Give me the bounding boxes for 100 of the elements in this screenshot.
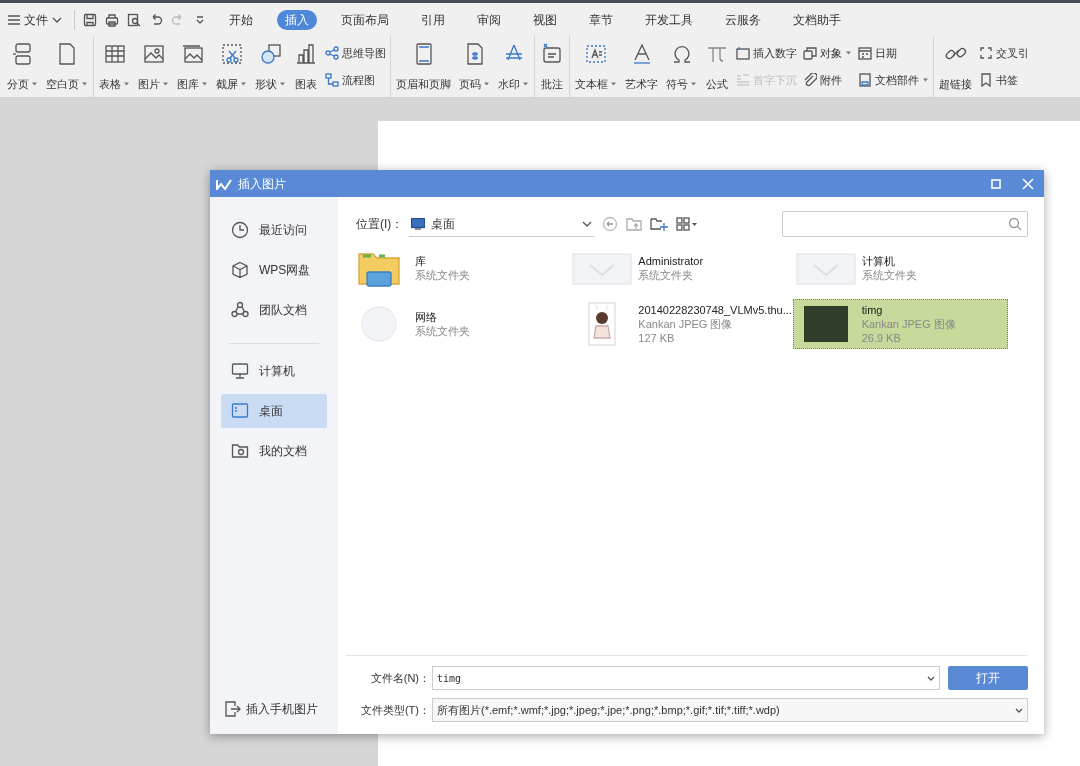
- ribbon-tab[interactable]: 引用: [413, 9, 453, 30]
- ribbon-button[interactable]: 日期: [858, 43, 929, 64]
- close-icon[interactable]: [1022, 177, 1034, 190]
- ribbon-button[interactable]: 公式: [702, 40, 732, 93]
- ribbon-button[interactable]: 符号: [663, 40, 700, 93]
- file-type: 系统文件夹: [861, 268, 917, 282]
- chart-icon: [294, 42, 318, 66]
- ribbon-button[interactable]: 页眉和页脚: [393, 40, 454, 93]
- ribbon-button[interactable]: 附件: [803, 69, 852, 90]
- file-name: 网络: [415, 310, 438, 324]
- ribbon-button[interactable]: 形状: [252, 40, 289, 93]
- caret-icon: [31, 81, 38, 86]
- ribbon-button[interactable]: 批注: [537, 40, 567, 93]
- sidebar-item[interactable]: 我的文档: [221, 434, 327, 468]
- ribbon-button[interactable]: 图片: [135, 40, 172, 93]
- file-item[interactable]: 网络 系统文件夹: [346, 299, 562, 349]
- file-name: 20140228230748_VLMv5.thu...: [638, 303, 792, 317]
- file-type: 系统文件夹: [415, 268, 470, 282]
- caret-icon: [922, 77, 929, 82]
- ribbon-tab[interactable]: 云服务: [717, 9, 769, 30]
- file-name: 库: [415, 254, 427, 268]
- sidebar-item[interactable]: 桌面: [221, 394, 327, 428]
- ribbon-button[interactable]: 空白页: [43, 40, 91, 93]
- file-item[interactable]: 库 系统文件夹: [346, 243, 562, 293]
- file-type-dropdown[interactable]: 所有图片(*.emf;*.wmf;*.jpg;*.jpeg;*.jpe;*.png;*.bmp;*.gif;*.tif;*.tiff;*.wdp): [432, 698, 1028, 722]
- ribbon-tab[interactable]: 审阅: [469, 9, 509, 30]
- team-icon: [231, 301, 249, 319]
- ribbon-button[interactable]: 表格: [96, 40, 133, 93]
- file-type: 系统文件夹: [415, 324, 470, 338]
- maximize-icon[interactable]: [990, 177, 1002, 190]
- file-name: Administrator: [638, 254, 704, 268]
- ribbon-button[interactable]: 页码: [456, 40, 493, 93]
- ribbon-button[interactable]: 图库: [174, 40, 211, 93]
- ribbon-button[interactable]: 思维导图: [325, 43, 386, 64]
- ribbon-button[interactable]: 文本框: [572, 40, 620, 93]
- location-dropdown[interactable]: 桌面: [409, 211, 595, 237]
- caret-icon: [81, 81, 88, 86]
- object-icon: [803, 46, 817, 61]
- ribbon-tab[interactable]: 页面布局: [333, 9, 397, 30]
- ribbon-button[interactable]: 插入数字: [736, 43, 797, 64]
- gallery-icon: [180, 42, 205, 66]
- caret-icon: [690, 81, 697, 86]
- ribbon-button[interactable]: 对象: [803, 43, 852, 64]
- folder-user-icon: [231, 442, 249, 460]
- number-icon: [736, 46, 750, 61]
- file-type: Kankan JPEG 图像: [861, 317, 956, 331]
- file-name-field[interactable]: timg: [432, 666, 940, 690]
- sidebar-item[interactable]: 团队文档: [221, 293, 327, 327]
- app-logo-icon: [216, 177, 232, 190]
- search-field[interactable]: [782, 211, 1028, 237]
- file-type: Kankan JPEG 图像: [638, 317, 734, 331]
- clock-icon: [231, 221, 249, 239]
- ribbon-tab[interactable]: 章节: [581, 9, 621, 30]
- ribbon-tab[interactable]: 视图: [525, 9, 565, 30]
- file-name: timg: [861, 303, 884, 317]
- ribbon-button[interactable]: 水印: [495, 40, 532, 93]
- desktop-icon: [411, 217, 426, 230]
- drop-cap-icon: [736, 72, 750, 87]
- ribbon-button[interactable]: 文档部件: [858, 69, 929, 90]
- cube-icon: [231, 261, 249, 279]
- sidebar-item[interactable]: WPS网盘: [221, 253, 327, 287]
- ribbon-tab[interactable]: 开发工具: [637, 9, 701, 30]
- back-icon[interactable]: [602, 216, 619, 232]
- ribbon-button[interactable]: 艺术字: [622, 40, 661, 93]
- folder-icon: [572, 251, 633, 285]
- caret-icon: [240, 81, 247, 86]
- chevron-down-icon: [582, 220, 593, 227]
- insert-from-phone-button[interactable]: 插入手机图片: [221, 700, 327, 718]
- print-icon[interactable]: [105, 12, 119, 27]
- file-name-label: 文件名(N)：: [369, 670, 431, 686]
- save-icon[interactable]: [83, 12, 97, 27]
- picture-icon: [141, 42, 166, 66]
- sidebar-item[interactable]: 计算机: [221, 354, 327, 388]
- file-item[interactable]: 计算机 系统文件夹: [792, 243, 1008, 293]
- caret-icon: [483, 81, 490, 86]
- menu-icon: [8, 14, 20, 25]
- ribbon-button[interactable]: 超链接: [936, 40, 975, 93]
- ribbon-button[interactable]: 截屏: [213, 40, 250, 93]
- desktop-icon: [231, 402, 249, 420]
- caret-icon: [123, 81, 130, 86]
- ribbon-button[interactable]: 分页: [4, 40, 41, 93]
- new-folder-icon[interactable]: [650, 216, 669, 232]
- ribbon-button[interactable]: 书签: [979, 69, 1029, 90]
- text-box-icon: [584, 42, 608, 66]
- ribbon-tab[interactable]: 文档助手: [785, 9, 849, 30]
- sidebar-item[interactable]: 最近访问: [221, 213, 327, 247]
- ribbon-tab[interactable]: 插入: [277, 9, 317, 30]
- ribbon-button[interactable]: 交叉引: [979, 43, 1029, 64]
- ribbon-button[interactable]: 流程图: [325, 69, 386, 90]
- document-parts-icon: [858, 72, 872, 87]
- caret-icon: [610, 81, 617, 86]
- bookmark-icon: [979, 72, 993, 87]
- file-item[interactable]: timg Kankan JPEG 图像 26.9 KB: [792, 299, 1008, 349]
- up-folder-icon[interactable]: [626, 216, 643, 232]
- file-item[interactable]: Administrator 系统文件夹: [569, 243, 785, 293]
- ribbon-tab[interactable]: 开始: [221, 9, 261, 30]
- file-menu[interactable]: 文件: [0, 7, 70, 32]
- ribbon-button[interactable]: 图表: [291, 40, 321, 93]
- print-preview-icon[interactable]: [127, 12, 141, 27]
- view-grid-icon[interactable]: [676, 217, 699, 231]
